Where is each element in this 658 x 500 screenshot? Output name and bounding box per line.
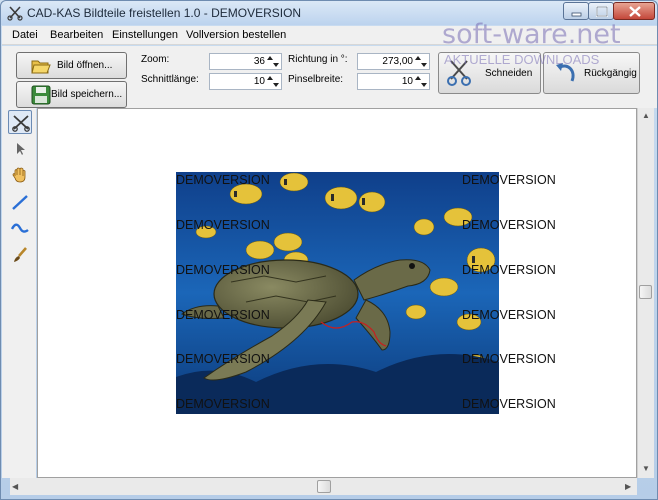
demo-watermark: DEMOVERSION [462,352,556,366]
zoom-value: 36 [253,56,265,67]
horizontal-scrollbar[interactable]: ◀ ▶ [10,478,637,495]
turtle-photo [176,172,499,414]
demo-watermark: DEMOVERSION [462,263,556,277]
demo-watermark: DEMOVERSION [176,173,270,187]
watermark-site: soft-ware.net [442,19,621,50]
save-image-label: Bild speichern... [51,89,123,100]
brush-width-stepper[interactable]: 10 [357,73,430,90]
arrow-cursor-icon [17,143,25,155]
spin-arrows-icon[interactable] [415,75,428,88]
menu-vollversion-bestellen[interactable]: Vollversion bestellen [186,29,286,41]
line-tool[interactable] [8,190,32,214]
brush-tool[interactable] [8,243,32,267]
zoom-label: Zoom: [141,54,170,65]
minimize-button[interactable] [563,2,589,20]
cut-length-stepper[interactable]: 10 [209,73,282,90]
curve-icon [11,223,29,233]
spin-arrows-icon[interactable] [267,55,280,68]
demo-watermark: DEMOVERSION [176,218,270,232]
demo-watermark: DEMOVERSION [176,397,270,411]
zoom-stepper[interactable]: 36 [209,53,282,70]
undo-label: Rückgängig [584,68,637,79]
demo-watermark: DEMOVERSION [176,308,270,322]
brush-width-value: 10 [401,76,413,87]
scissors-app-icon [7,5,23,21]
vertical-scrollbar[interactable]: ▲ ▼ [637,108,654,478]
scroll-up-icon[interactable]: ▲ [642,111,650,120]
horizontal-scroll-thumb[interactable] [317,480,331,493]
brush-width-label: Pinselbreite: [288,74,344,85]
scroll-left-icon[interactable]: ◀ [12,482,18,491]
image-canvas[interactable]: DEMOVERSION DEMOVERSION DEMOVERSION DEMO… [37,108,637,478]
sea-turtle-image [176,172,499,414]
close-button[interactable] [613,2,655,20]
demo-watermark: DEMOVERSION [462,397,556,411]
open-image-button[interactable]: Bild öffnen... [16,52,127,79]
pan-tool[interactable] [8,163,32,187]
scroll-right-icon[interactable]: ▶ [625,482,631,491]
tool-palette [2,108,36,478]
scroll-down-icon[interactable]: ▼ [642,464,650,473]
brush-icon [14,247,27,262]
vertical-scroll-thumb[interactable] [639,285,652,299]
demo-watermark: DEMOVERSION [176,263,270,277]
spin-arrows-icon[interactable] [267,75,280,88]
demo-watermark: DEMOVERSION [176,352,270,366]
menu-datei[interactable]: Datei [12,29,38,41]
app-window: CAD-KAS Bildteile freistellen 1.0 - DEMO… [0,0,658,500]
line-icon [12,195,28,210]
save-image-button[interactable]: Bild speichern... [16,81,127,108]
watermark-tagline: AKTUELLE DOWNLOADS [444,52,600,67]
cut-length-value: 10 [253,76,265,87]
scissors-icon [12,115,30,132]
spin-arrows-icon[interactable] [415,55,428,68]
floppy-disk-icon [31,85,51,105]
folder-icon [31,60,51,74]
toolbar: Bild öffnen... Bild speichern... Zoom: 3… [2,19,657,108]
menu-bearbeiten[interactable]: Bearbeiten [50,29,103,41]
demo-watermark: DEMOVERSION [462,173,556,187]
cut-length-label: Schnittlänge: [141,74,199,85]
direction-value: 273,00 [382,56,413,67]
demo-watermark: DEMOVERSION [462,308,556,322]
hand-icon [12,167,26,183]
window-title: CAD-KAS Bildteile freistellen 1.0 - DEMO… [27,6,302,20]
direction-label: Richtung in °: [288,54,348,65]
scissors-tool[interactable] [8,110,32,134]
menu-einstellungen[interactable]: Einstellungen [112,29,178,41]
select-tool[interactable] [8,137,32,161]
maximize-button[interactable] [588,2,614,20]
open-image-label: Bild öffnen... [57,60,113,71]
demo-watermark: DEMOVERSION [462,218,556,232]
curve-tool[interactable] [8,216,32,240]
cut-label: Schneiden [485,68,533,79]
direction-stepper[interactable]: 273,00 [357,53,430,70]
